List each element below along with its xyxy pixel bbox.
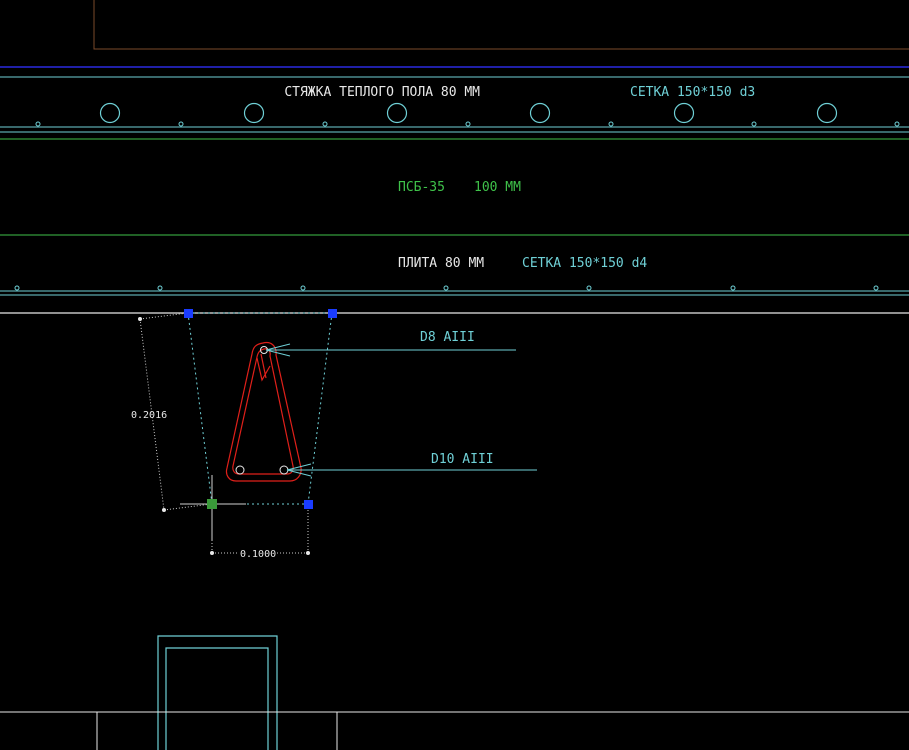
heating-pipe [99,102,121,124]
rebar-d10-leader [286,463,537,477]
heating-pipe [673,102,695,124]
rebar-d10-label: D10 AIII [431,452,494,467]
grip-bottom-right[interactable] [304,500,313,509]
heating-pipe [386,102,408,124]
heating-pipe [529,102,551,124]
screed-mesh-dots [35,121,900,127]
lower-floor-outline [0,711,909,750]
width-dimension[interactable] [211,510,309,554]
insulation-thickness-label: 100 ММ [474,180,521,195]
rebar-d8-label: D8 AIII [420,330,475,345]
insulation-label: ПСБ-35 [398,180,445,195]
screed-label: СТЯЖКА ТЕПЛОГО ПОЛА 80 ММ [284,85,480,100]
width-dimension-text: 0.1000 [240,549,276,560]
grip-bottom-left-hover[interactable] [207,499,217,509]
slab-label: ПЛИТА 80 ММ [398,256,484,271]
height-dimension-point [138,317,142,321]
height-dimension-point [162,508,166,512]
column-outline [157,635,278,750]
stirrup[interactable] [225,341,302,482]
screed-mesh-label: СЕТКА 150*150 d3 [630,85,755,100]
slab-mesh-label: СЕТКА 150*150 d4 [522,256,647,271]
heating-pipe [243,102,265,124]
width-dimension-point [306,551,310,555]
grip-top-right[interactable] [328,309,337,318]
grip-top-left[interactable] [184,309,193,318]
height-dimension-text: 0.2016 [131,410,167,421]
slab-mesh-dots [14,285,879,291]
heating-pipes [99,102,838,124]
cad-drawing-canvas[interactable]: СТЯЖКА ТЕПЛОГО ПОЛА 80 ММ СЕТКА 150*150 … [0,0,909,750]
upper-frame-outline [93,0,909,50]
width-dimension-point [210,551,214,555]
rebar-d8-leader [265,343,516,357]
rebar-d10-left[interactable] [235,465,245,475]
heating-pipe [816,102,838,124]
rebar-d10-right[interactable] [279,465,289,475]
